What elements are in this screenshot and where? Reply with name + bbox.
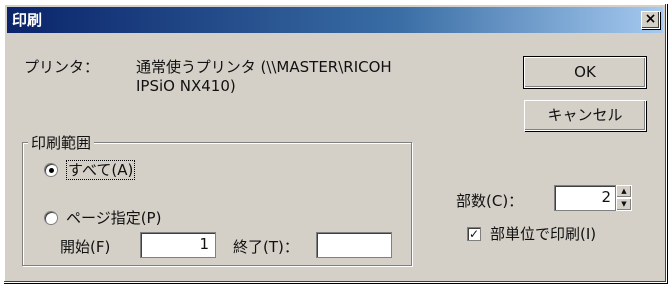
end-page-label: 終了(T)： (233, 238, 299, 256)
ok-button[interactable]: OK (523, 56, 647, 89)
spin-up-icon[interactable]: ▲ (616, 185, 632, 198)
print-dialog: 印刷 × プリンタ： 通常使うプリンタ (\\MASTER\RICOH IPSi… (3, 3, 667, 283)
radio-all-label-wrap: すべて(A) (66, 159, 136, 180)
print-range-title: 印刷範囲 (28, 132, 95, 153)
end-page-input[interactable] (316, 232, 392, 258)
close-icon: × (644, 11, 657, 27)
radio-pages-label: ページ指定(P) (66, 209, 162, 227)
start-page-label: 開始(F) (60, 238, 111, 256)
printer-name-line2: IPSiO NX410) (136, 77, 236, 95)
radio-pages[interactable] (44, 211, 58, 225)
close-button[interactable]: × (641, 11, 660, 29)
radio-all-label: すべて(A) (66, 160, 136, 180)
window-title: 印刷 (12, 11, 43, 29)
radio-selected-dot (49, 168, 54, 173)
spin-down-icon[interactable]: ▼ (616, 198, 632, 211)
title-bar: 印刷 × (7, 7, 663, 33)
cancel-button[interactable]: キャンセル (524, 100, 646, 131)
printer-name-line1: 通常使うプリンタ (\\MASTER\RICOH (136, 58, 392, 76)
copies-input[interactable]: 2 (554, 185, 616, 211)
radio-all[interactable] (44, 163, 58, 177)
start-page-input[interactable]: 1 (140, 232, 216, 258)
collate-label: 部単位で印刷(I) (490, 225, 597, 243)
copies-spinner[interactable]: ▲ ▼ (616, 185, 632, 211)
collate-checkbox[interactable]: ✓ (467, 227, 481, 241)
printer-label: プリンタ： (24, 58, 100, 76)
check-icon: ✓ (468, 227, 480, 241)
copies-label: 部数(C)： (456, 192, 524, 210)
